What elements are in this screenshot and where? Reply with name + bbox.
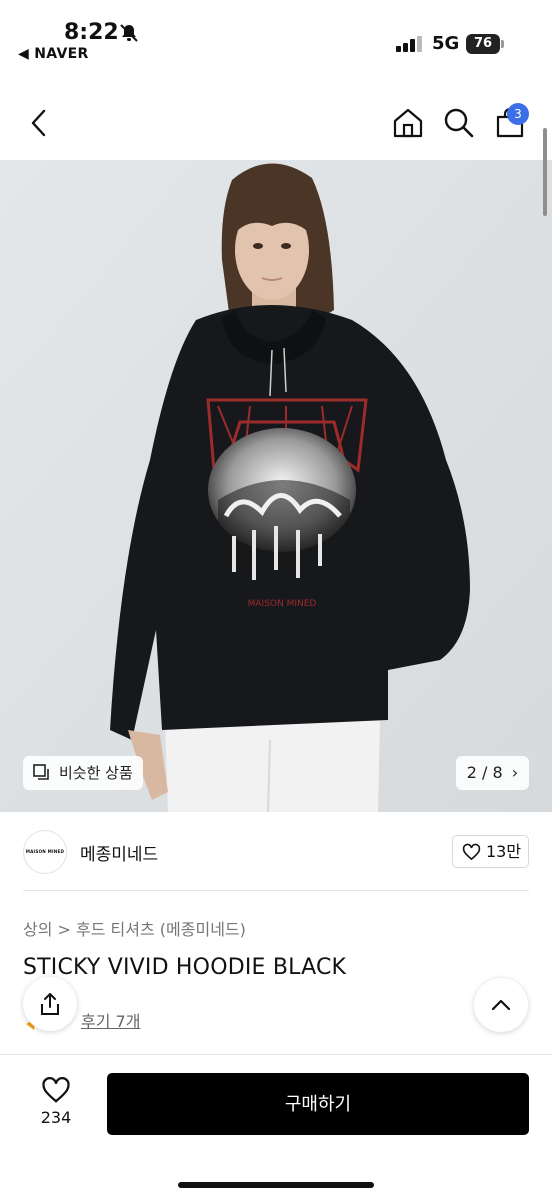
wishlist-button[interactable]: 234 bbox=[30, 1076, 82, 1132]
share-icon bbox=[41, 993, 59, 1015]
brand-like-count: 13만 bbox=[486, 842, 522, 861]
home-indicator[interactable] bbox=[178, 1182, 374, 1188]
share-button[interactable] bbox=[23, 977, 77, 1031]
battery-level: 76 bbox=[466, 34, 500, 54]
divider bbox=[23, 890, 529, 891]
product-image-gallery[interactable]: MAISON MINED bbox=[0, 160, 552, 812]
copy-icon bbox=[33, 764, 49, 780]
reviews-link[interactable]: 후기 7개 bbox=[81, 1008, 140, 1032]
search-icon[interactable] bbox=[442, 106, 476, 140]
product-photo: MAISON MINED bbox=[0, 160, 552, 812]
page-scrollbar[interactable] bbox=[543, 128, 547, 216]
heart-icon bbox=[462, 843, 481, 861]
image-pager-label: 2 / 8 bbox=[466, 763, 503, 782]
network-type: 5G bbox=[432, 33, 460, 54]
bell-muted-icon bbox=[120, 24, 138, 42]
buy-button[interactable]: 구매하기 bbox=[107, 1073, 529, 1135]
top-nav bbox=[0, 86, 552, 160]
chevron-up-icon bbox=[491, 999, 511, 1011]
back-chevron-icon[interactable] bbox=[22, 106, 56, 140]
category-breadcrumb[interactable]: 상의 > 후드 티셔츠 (메종미네드) bbox=[23, 916, 246, 940]
image-pager[interactable]: 2 / 8 › bbox=[456, 756, 529, 790]
brand-name[interactable]: 메종미네드 bbox=[80, 840, 158, 865]
return-to-app-link[interactable]: ◀ NAVER bbox=[18, 46, 89, 62]
signal-icon bbox=[396, 36, 422, 52]
chevron-right-icon: › bbox=[511, 763, 519, 782]
cart-count-badge: 3 bbox=[507, 103, 529, 125]
brand-logo[interactable]: MAISON MINED bbox=[23, 830, 67, 874]
heart-icon bbox=[42, 1077, 70, 1103]
product-title: STICKY VIVID HOODIE BLACK bbox=[23, 955, 347, 980]
status-time: 8:22 bbox=[64, 20, 119, 45]
status-bar: 8:22 ◀ NAVER 5G 76 bbox=[0, 0, 552, 80]
scroll-top-button[interactable] bbox=[474, 978, 528, 1032]
brand-like-button[interactable]: 13만 bbox=[452, 835, 529, 868]
home-icon[interactable] bbox=[391, 106, 425, 140]
similar-products-label: 비슷한 상품 bbox=[59, 764, 133, 782]
battery-icon: 76 bbox=[466, 34, 504, 54]
similar-products-button[interactable]: 비슷한 상품 bbox=[23, 756, 143, 790]
wishlist-count: 234 bbox=[40, 1108, 72, 1127]
print-brand-text: MAISON MINED bbox=[248, 599, 317, 609]
